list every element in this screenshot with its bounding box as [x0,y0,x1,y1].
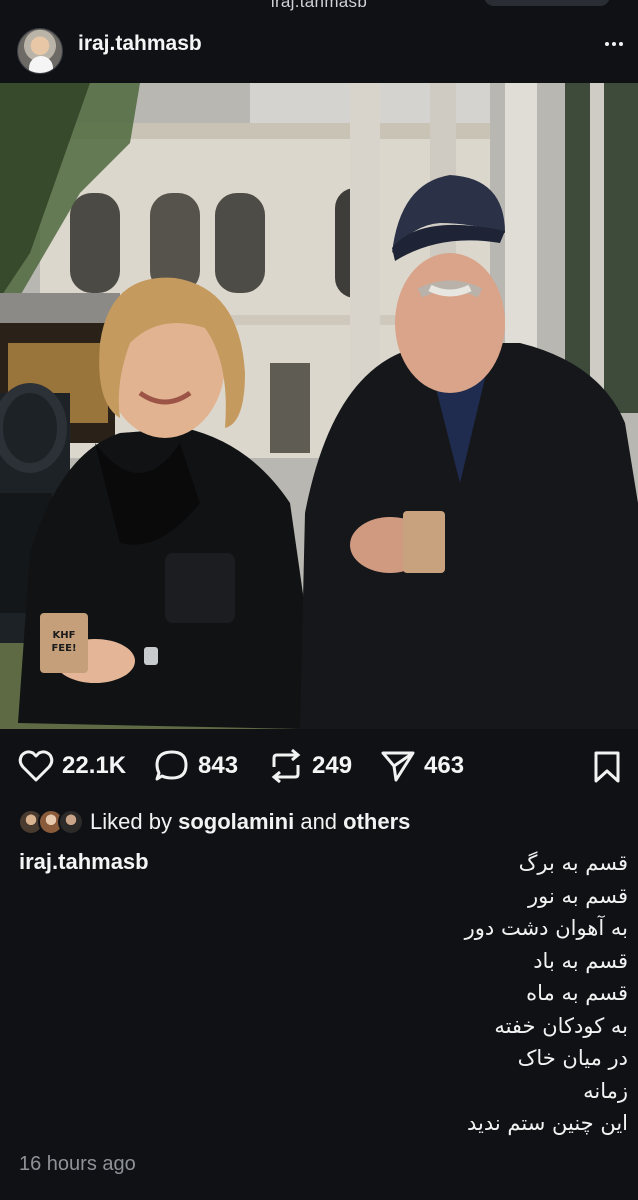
caption-line: قسم به نور [527,883,628,908]
repost-count: 249 [312,752,353,779]
liked-by-joiner: and [300,809,338,834]
top-pill-button[interactable] [484,0,610,6]
comment-icon [155,750,188,781]
caption-line: قسم به برگ [518,851,628,875]
liked-by-user[interactable]: sogolamini [178,809,294,834]
avatar [58,809,84,835]
liked-by-text: Liked by sogolamini and others [90,809,410,835]
share-icon [381,751,415,782]
caption-line: زمانه [583,1078,628,1103]
more-horizontal-icon[interactable] [600,30,628,58]
caption-line: این چنین ستم ندید [467,1111,628,1135]
liked-by-others[interactable]: others [343,809,410,834]
post-timestamp: 16 hours ago [19,1153,136,1175]
post-header: iraj.tahmasb [0,22,638,74]
avatar[interactable] [17,28,63,74]
post-photo[interactable]: KHF FEE! [0,83,638,729]
share-count: 463 [424,752,465,779]
bookmark-button[interactable] [592,750,622,784]
like-button[interactable]: 22.1K [18,742,126,790]
heart-icon [18,750,54,782]
share-button[interactable]: 463 [380,742,464,790]
top-bar: iraj.tahmasb [0,0,638,12]
repost-icon [271,749,301,783]
caption-line: به کودکان خفته [494,1013,628,1038]
caption-line: در میان خاک [517,1046,628,1070]
liker-avatars [18,808,86,836]
post-username[interactable]: iraj.tahmasb [78,32,202,56]
bookmark-icon [594,751,620,783]
like-count: 22.1K [62,752,127,779]
caption-line: به آهوان دشت دور [464,916,628,940]
caption-username[interactable]: iraj.tahmasb [19,849,149,875]
liked-by-prefix: Liked by [90,809,172,834]
comment-button[interactable]: 843 [154,742,238,790]
caption-line: قسم به باد [533,948,628,973]
liked-by-row[interactable]: Liked by sogolamini and others [18,806,410,838]
action-bar: 22.1K 843 249 463 [0,742,638,790]
repost-button[interactable]: 249 [268,742,352,790]
svg-text:FEE!: FEE! [51,643,76,654]
post-screen: iraj.tahmasb iraj.tahmasb KHF FEE! 22.1K… [0,0,638,1200]
svg-text:KHF: KHF [53,630,76,641]
caption-text: قسم به برگ قسم به نور به آهوان دشت دور ق… [248,847,628,1140]
caption-line: قسم به ماه [526,981,628,1005]
comment-count: 843 [198,752,239,779]
